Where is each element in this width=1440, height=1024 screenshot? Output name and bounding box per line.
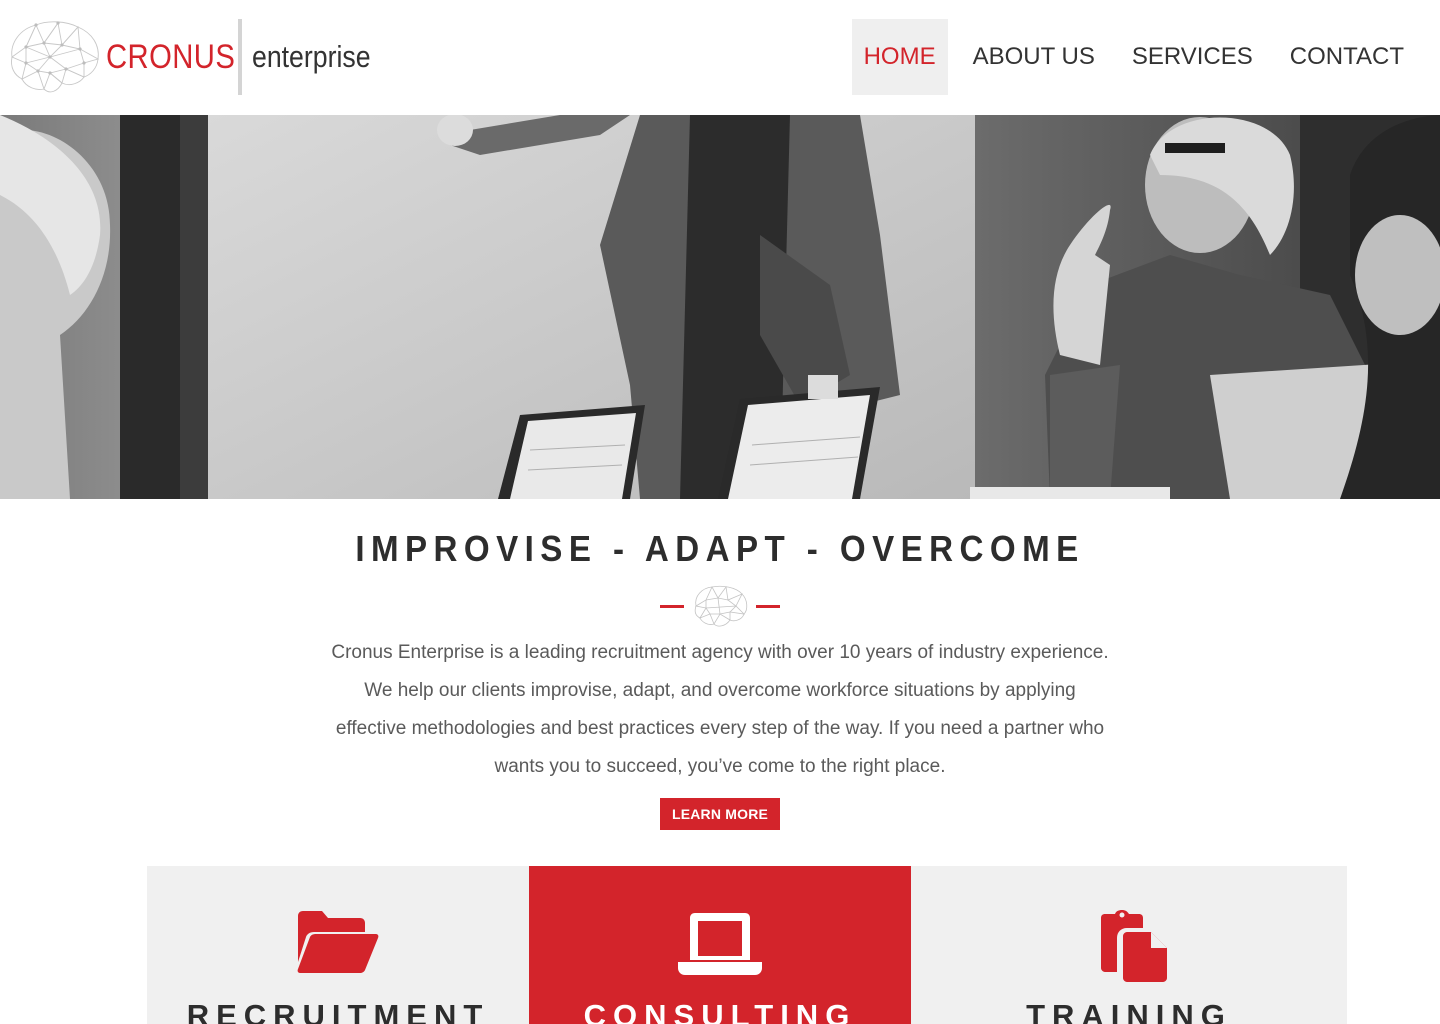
nav-item-services[interactable]: SERVICES: [1120, 19, 1265, 95]
brain-divider-icon: [660, 585, 780, 627]
brand-name: CRONUS: [106, 37, 236, 76]
office-meeting-photo: [0, 115, 1440, 499]
folder-open-icon: [297, 911, 379, 973]
laptop-icon: [678, 913, 762, 975]
service-card-consulting[interactable]: CONSULTING: [529, 866, 911, 1024]
services-row: RECRUITMENT CONSULTING TRAINING: [147, 866, 1347, 1024]
nav-item-about-us[interactable]: ABOUT US: [961, 19, 1107, 95]
service-title: CONSULTING: [583, 998, 857, 1024]
service-title: RECRUITMENT: [186, 998, 490, 1024]
main-nav: HOME ABOUT US SERVICES CONTACT: [850, 19, 1416, 95]
brain-network-icon: [11, 21, 100, 93]
hero-image: [0, 115, 1440, 499]
nav-item-contact[interactable]: CONTACT: [1278, 19, 1416, 95]
site-header: CRONUS enterprise HOME ABOUT US SERVICES…: [0, 0, 1440, 115]
service-title: TRAINING: [1026, 998, 1232, 1024]
brand-tagline: enterprise: [252, 39, 371, 74]
service-card-recruitment[interactable]: RECRUITMENT: [147, 866, 529, 1024]
intro-paragraph: Cronus Enterprise is a leading recruitme…: [331, 642, 1109, 777]
nav-item-home[interactable]: HOME: [851, 19, 948, 95]
page-headline: IMPROVISE - ADAPT - OVERCOME: [355, 528, 1085, 569]
learn-more-button[interactable]: LEARN MORE: [660, 798, 780, 830]
clipboard-copy-icon: [1101, 910, 1167, 982]
service-card-training[interactable]: TRAINING: [911, 866, 1347, 1024]
brand-logo[interactable]: CRONUS enterprise: [4, 16, 390, 98]
logo-divider: [238, 19, 242, 95]
